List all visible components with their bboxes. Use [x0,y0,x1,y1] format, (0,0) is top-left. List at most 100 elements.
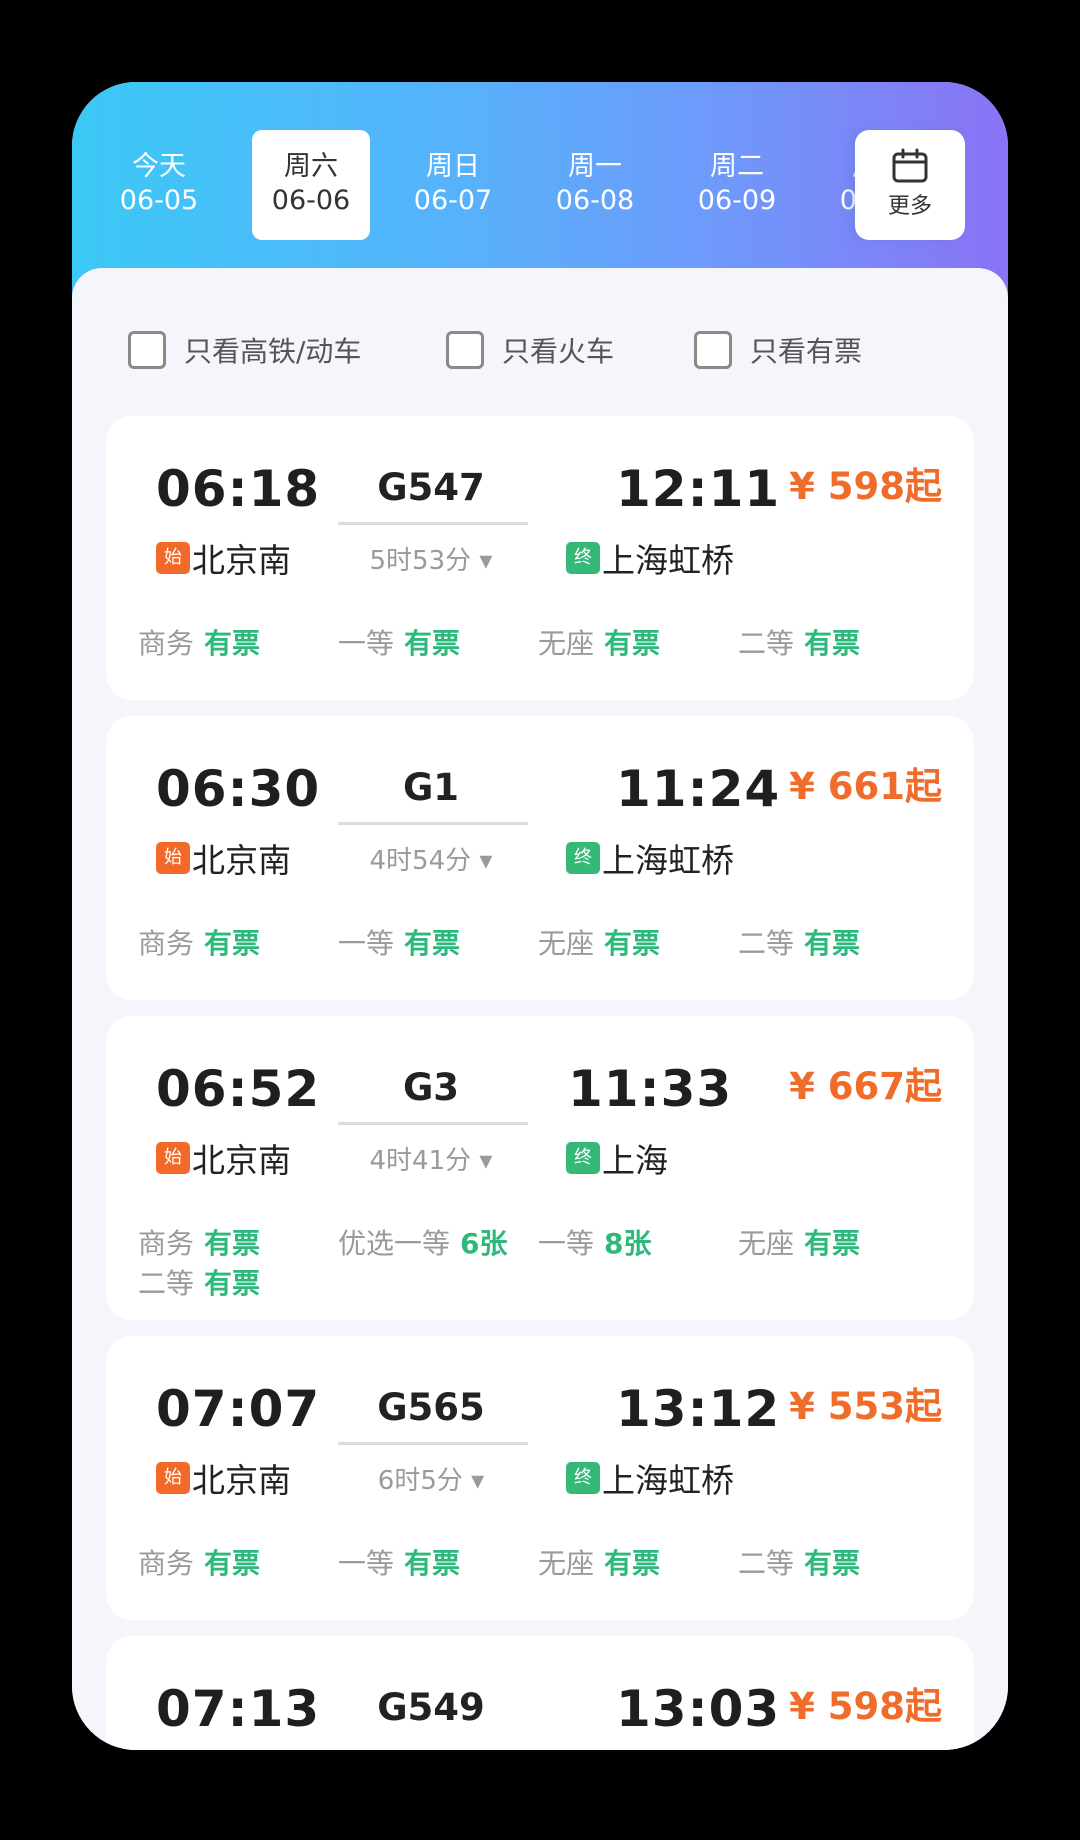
train-list-panel: 只看高铁/动车 只看火车 只看有票 06:18 G547 12:11 ¥ 598… [72,268,1008,1750]
route-line [338,1442,528,1445]
seat-first: 一等 8张 [538,1222,652,1262]
seat-business: 商务 有票 [138,1222,260,1262]
station-name: 上海 [602,1141,668,1180]
seat-status: 有票 [604,1547,661,1580]
date-tab-date: 06-09 [697,185,777,216]
seat-second: 二等 有票 [738,622,860,662]
date-tab-weekday: 周六 [284,151,338,182]
train-number: G565 [377,1386,485,1429]
seat-name: 二等 [138,1267,195,1300]
price: ¥ 598起 [789,465,942,508]
duration[interactable]: 4时54分 ▾ [336,840,526,877]
station-name: 上海虹桥 [602,841,734,880]
seat-name: 无座 [738,1227,795,1260]
seat-second: 二等 有票 [738,1542,860,1582]
seat-name: 二等 [738,627,795,660]
train-card[interactable]: 06:18 G547 12:11 ¥ 598起 始 北京南 5时53分 ▾ 终 … [106,416,974,700]
seat-premium-first: 优选一等 6张 [338,1222,508,1262]
seat-status: 8张 [604,1227,652,1260]
train-card[interactable]: 06:52 G3 11:33 ¥ 667起 始 北京南 4时41分 ▾ 终 上海… [106,1016,974,1320]
seat-name: 无座 [538,927,595,960]
arrival-time: 12:11 [616,460,781,518]
seat-name: 商务 [138,1547,195,1580]
seat-name: 一等 [338,927,395,960]
price: ¥ 598起 [789,1685,942,1728]
seat-standing: 无座 有票 [738,1222,860,1262]
date-tab-today[interactable]: 今天 06-05 [100,130,218,240]
seat-name: 一等 [338,1547,395,1580]
date-tab-date: 06-07 [413,185,493,216]
date-tab-date: 06-08 [555,185,635,216]
checkbox[interactable] [446,331,484,369]
date-tab-selected[interactable]: 周六 06-06 [252,130,370,240]
duration[interactable]: 6时5分 ▾ [336,1460,526,1497]
date-tab-weekday: 今天 [132,151,186,182]
filter-train-only[interactable]: 只看火车 [446,326,614,374]
departure-time: 06:18 [156,460,321,518]
departure-time: 07:07 [156,1380,321,1438]
date-tab-sunday[interactable]: 周日 06-07 [394,130,512,240]
seat-first: 一等 有票 [338,622,460,662]
seat-status: 有票 [604,927,661,960]
seat-name: 一等 [538,1227,595,1260]
seat-name: 无座 [538,1547,595,1580]
end-badge: 终 [566,842,600,874]
filter-high-speed[interactable]: 只看高铁/动车 [128,326,361,374]
seat-name: 优选一等 [338,1227,451,1260]
end-badge: 终 [566,542,600,574]
duration[interactable]: 5时53分 ▾ [336,540,526,577]
train-card[interactable]: 06:30 G1 11:24 ¥ 661起 始 北京南 4时54分 ▾ 终 上海… [106,716,974,1000]
filter-bar: 只看高铁/动车 只看火车 只看有票 [128,326,968,374]
checkbox[interactable] [694,331,732,369]
seat-name: 商务 [138,627,195,660]
arrival-station: 终 上海虹桥 [566,534,734,582]
train-number: G3 [402,1066,460,1109]
start-badge: 始 [156,542,190,574]
route-line [338,1122,528,1125]
train-number: G549 [377,1686,485,1729]
checkbox[interactable] [128,331,166,369]
date-tab-date: 06-05 [119,185,199,216]
train-number: G1 [402,766,460,809]
seat-status: 有票 [804,1547,861,1580]
price: ¥ 667起 [789,1065,942,1108]
seat-first: 一等 有票 [338,1542,460,1582]
departure-station: 始 北京南 [156,1454,291,1502]
filter-label: 只看有票 [750,335,863,368]
more-dates-button[interactable]: 更多 [855,130,965,240]
start-badge: 始 [156,1142,190,1174]
seat-status: 有票 [804,627,861,660]
departure-station: 始 北京南 [156,834,291,882]
end-badge: 终 [566,1462,600,1494]
seat-status: 有票 [204,627,261,660]
phone-screen: 今天 06-05 周六 06-06 周日 06-07 周一 06-08 周二 0… [72,82,1008,1750]
start-badge: 始 [156,842,190,874]
station-name: 北京南 [192,1141,291,1180]
station-name: 上海虹桥 [602,541,734,580]
date-tab-monday[interactable]: 周一 06-08 [536,130,654,240]
duration[interactable]: 4时41分 ▾ [336,1140,526,1177]
station-name: 北京南 [192,1461,291,1500]
train-number: G547 [377,466,485,509]
seat-business: 商务 有票 [138,622,260,662]
start-badge: 始 [156,1462,190,1494]
seat-status: 有票 [404,927,461,960]
filter-available-only[interactable]: 只看有票 [694,326,862,374]
departure-time: 06:52 [156,1060,321,1118]
arrival-time: 11:24 [616,760,781,818]
train-card[interactable]: 07:07 G565 13:12 ¥ 553起 始 北京南 6时5分 ▾ 终 上… [106,1336,974,1620]
arrival-time: 13:12 [616,1380,781,1438]
filter-label: 只看火车 [502,335,615,368]
seat-status: 有票 [204,1227,261,1260]
station-name: 北京南 [192,841,291,880]
date-tab-tuesday[interactable]: 周二 06-09 [678,130,796,240]
date-tab-weekday: 周日 [426,151,480,182]
seat-status: 6张 [460,1227,508,1260]
train-card[interactable]: 07:13 G549 13:03 ¥ 598起 [106,1636,974,1750]
seat-standing: 无座 有票 [538,922,660,962]
seat-second: 二等 有票 [738,922,860,962]
seat-name: 二等 [738,927,795,960]
end-badge: 终 [566,1142,600,1174]
filter-label: 只看高铁/动车 [184,335,362,368]
arrival-station: 终 上海虹桥 [566,834,734,882]
